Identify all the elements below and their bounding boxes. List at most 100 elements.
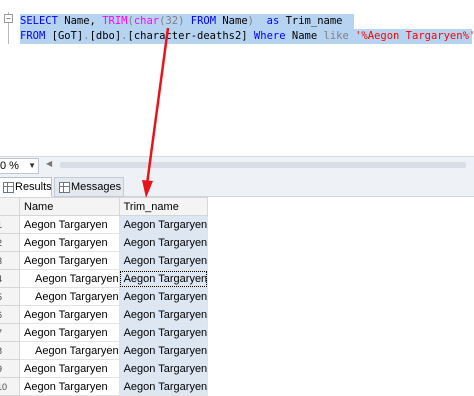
column-header-trim-name[interactable]: Trim_name [118, 197, 209, 216]
row-number[interactable]: 9 [0, 359, 20, 378]
cell-trim-name[interactable]: Aegon Targaryen [118, 251, 209, 270]
column-name: Name, [57, 15, 103, 27]
keyword-from-2: FROM [20, 30, 46, 42]
cell-name[interactable]: Aegon Targaryen [19, 287, 120, 306]
table-row[interactable]: 6 Aegon Targaryen Aegon Targaryen [0, 305, 209, 324]
keyword-select: SELECT [20, 15, 58, 27]
schema-name: [dbo] [89, 30, 122, 42]
cell-trim-name[interactable]: Aegon Targaryen [118, 359, 209, 378]
tab-messages-label: Messages [71, 181, 122, 193]
results-grid[interactable]: Name Trim_name 1 Aegon Targaryen Aegon Tar… [0, 197, 474, 396]
cell-name[interactable]: Aegon Targaryen [19, 269, 120, 288]
code-line-1[interactable]: SELECT Name, TRIM(char(32) FROM Name) as… [20, 14, 354, 29]
cell-name-text: Aegon Targaryen [35, 272, 119, 285]
row-number[interactable]: 6 [0, 305, 20, 324]
tab-messages[interactable]: Messages [54, 177, 124, 197]
cell-name-text: Aegon Targaryen [35, 290, 119, 303]
row-number[interactable]: 2 [0, 233, 20, 252]
database-name: [GoT] [45, 30, 84, 42]
keyword-as: as [253, 15, 286, 27]
like-pattern: '%Aegon Targaryen%' [355, 30, 474, 42]
table-row[interactable]: 10 Aegon Targaryen Aegon Targaryen [0, 377, 209, 396]
cell-name[interactable]: Aegon Targaryen [19, 233, 120, 252]
cell-trim-name-text: Aegon Targaryen [123, 380, 208, 393]
table-row[interactable]: 1 Aegon Targaryen Aegon Targaryen [0, 215, 209, 234]
table-row[interactable]: 7 Aegon Targaryen Aegon Targaryen [0, 323, 209, 342]
table-row[interactable]: 4 Aegon Targaryen Aegon Targaryen [0, 269, 209, 288]
sql-editor[interactable]: − SELECT Name, TRIM(char(32) FROM Name) … [0, 0, 474, 156]
cell-trim-name-text: Aegon Targaryen [123, 236, 208, 249]
cell-trim-name[interactable]: Aegon Targaryen [118, 269, 209, 288]
column-name-2: Name [222, 15, 248, 27]
editor-status-strip: 0 % ▼ ◀ [0, 156, 474, 176]
table-row[interactable]: 3 Aegon Targaryen Aegon Targaryen [0, 251, 209, 270]
where-column: Name [291, 30, 318, 42]
table-row[interactable]: 5 Aegon Targaryen Aegon Targaryen [0, 287, 209, 306]
results-table: Name Trim_name 1 Aegon Targaryen Aegon Tar… [0, 197, 209, 396]
cell-trim-name[interactable]: Aegon Targaryen [118, 233, 209, 252]
cell-trim-name-text: Aegon Targaryen [123, 362, 208, 375]
messages-icon [59, 182, 70, 193]
zoom-value: 0 % [0, 160, 19, 172]
cell-trim-name-text: Aegon Targaryen [123, 254, 208, 267]
cell-name[interactable]: Aegon Targaryen [19, 341, 120, 360]
header-row: Name Trim_name [0, 197, 209, 216]
collapse-icon[interactable]: − [4, 14, 13, 23]
cell-name-text: Aegon Targaryen [24, 326, 108, 339]
cell-name-text: Aegon Targaryen [24, 362, 108, 375]
cell-name-text: Aegon Targaryen [24, 380, 108, 393]
table-row[interactable]: 9 Aegon Targaryen Aegon Targaryen [0, 359, 209, 378]
cell-trim-name[interactable]: Aegon Targaryen [118, 305, 209, 324]
cell-name-text: Aegon Targaryen [24, 254, 108, 267]
keyword-like: like [317, 30, 356, 42]
row-number-header[interactable] [0, 197, 20, 216]
cell-trim-name[interactable]: Aegon Targaryen [118, 323, 209, 342]
cell-name-text: Aegon Targaryen [24, 308, 108, 321]
row-number[interactable]: 10 [0, 377, 20, 396]
cell-trim-name-text: Aegon Targaryen [123, 344, 208, 357]
table-name: [character-deaths2] [127, 30, 248, 42]
cell-trim-name-text: Aegon Targaryen [123, 326, 208, 339]
function-trim: TRIM [102, 15, 128, 27]
tab-results-label: Results [15, 181, 52, 193]
tab-results[interactable]: Results [0, 177, 52, 197]
scrollbar-thumb[interactable] [60, 162, 466, 168]
row-number[interactable]: 4 [0, 269, 20, 288]
row-number[interactable]: 5 [0, 287, 20, 306]
cell-trim-name[interactable]: Aegon Targaryen [118, 377, 209, 396]
keyword-from: FROM [184, 15, 223, 27]
table-row[interactable]: 8 Aegon Targaryen Aegon Targaryen [0, 341, 209, 360]
cell-name[interactable]: Aegon Targaryen [19, 215, 120, 234]
cell-trim-name-text: Aegon Targaryen [123, 290, 208, 303]
column-alias: Trim_name [285, 15, 343, 27]
cell-trim-name[interactable]: Aegon Targaryen [118, 341, 209, 360]
horizontal-scrollbar[interactable]: ◀ [46, 159, 470, 170]
code-line-2[interactable]: FROM [GoT].[dbo].[character-deaths2] Whe… [20, 29, 474, 44]
cell-name[interactable]: Aegon Targaryen [19, 251, 120, 270]
cell-name[interactable]: Aegon Targaryen [19, 323, 120, 342]
cell-name[interactable]: Aegon Targaryen [19, 377, 120, 396]
char-argument: (32) [159, 15, 185, 27]
row-number[interactable]: 1 [0, 215, 20, 234]
column-header-name[interactable]: Name [19, 197, 120, 216]
scroll-left-icon[interactable]: ◀ [46, 159, 52, 168]
cell-trim-name-text: Aegon Targaryen [123, 272, 208, 285]
results-tabbar: Results Messages [0, 175, 474, 197]
row-number[interactable]: 7 [0, 323, 20, 342]
cell-trim-name[interactable]: Aegon Targaryen [118, 287, 209, 306]
cell-name[interactable]: Aegon Targaryen [19, 305, 120, 324]
cell-name[interactable]: Aegon Targaryen [19, 359, 120, 378]
function-char: char [133, 15, 160, 27]
cell-trim-name[interactable]: Aegon Targaryen [118, 215, 209, 234]
zoom-select[interactable]: 0 % ▼ [0, 158, 39, 174]
row-number[interactable]: 3 [0, 251, 20, 270]
row-number[interactable]: 8 [0, 341, 20, 360]
keyword-where: Where [247, 30, 292, 42]
table-row[interactable]: 2 Aegon Targaryen Aegon Targaryen [0, 233, 209, 252]
cell-trim-name-text: Aegon Targaryen [123, 308, 208, 321]
cell-trim-name-text: Aegon Targaryen [123, 218, 208, 231]
cell-name-text: Aegon Targaryen [24, 236, 108, 249]
grid-icon [3, 182, 14, 193]
cell-name-text: Aegon Targaryen [24, 218, 108, 231]
chevron-down-icon[interactable]: ▼ [28, 159, 36, 173]
